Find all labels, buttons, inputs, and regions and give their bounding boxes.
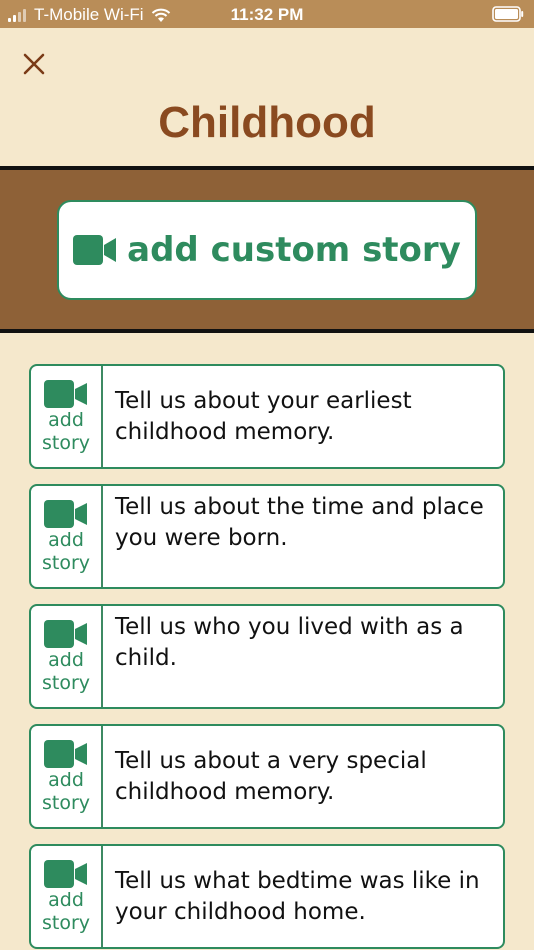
story-prompt-card[interactable]: add story Tell us about a very special c… <box>29 724 505 829</box>
video-camera-icon <box>44 620 87 648</box>
add-story-label: add <box>48 649 84 671</box>
add-story-label: story <box>41 672 91 694</box>
story-prompt-text: Tell us about a very special childhood m… <box>115 748 427 805</box>
story-prompt-text: Tell us what bedtime was like in your ch… <box>115 868 480 925</box>
battery-icon <box>492 6 524 22</box>
story-prompt-card[interactable]: add story Tell us what bedtime was like … <box>29 844 505 949</box>
add-story-button[interactable]: add story <box>31 846 103 947</box>
add-story-label: add <box>48 409 84 431</box>
story-prompt-text: Tell us about your earliest childhood me… <box>115 388 412 445</box>
add-story-label: story <box>41 432 91 454</box>
add-story-label: story <box>41 552 91 574</box>
status-bar: T-Mobile Wi-Fi 11:32 PM <box>0 0 534 28</box>
video-camera-icon <box>44 860 87 888</box>
status-time: 11:32 PM <box>230 5 304 24</box>
video-camera-icon <box>44 500 87 528</box>
close-icon <box>23 53 45 75</box>
add-story-label: add <box>48 529 84 551</box>
close-button[interactable] <box>20 50 48 78</box>
add-story-label: add <box>48 769 84 791</box>
story-prompt-text: Tell us who you lived with as a child. <box>115 614 464 671</box>
add-story-label: story <box>41 912 91 934</box>
add-custom-story-button[interactable]: add custom story <box>57 200 477 300</box>
add-story-button[interactable]: add story <box>31 486 103 587</box>
custom-story-banner: add custom story <box>0 166 534 333</box>
video-camera-icon <box>73 235 117 265</box>
add-custom-story-label: add custom story <box>127 230 461 270</box>
story-prompt-card[interactable]: add story Tell us about your earliest ch… <box>29 364 505 469</box>
add-story-label: story <box>41 792 91 814</box>
add-story-button[interactable]: add story <box>31 366 103 467</box>
video-camera-icon <box>44 380 87 408</box>
add-story-button[interactable]: add story <box>31 726 103 827</box>
add-story-button[interactable]: add story <box>31 606 103 707</box>
story-prompt-text: Tell us about the time and place you wer… <box>115 494 484 551</box>
add-story-label: add <box>48 889 84 911</box>
page-title: Childhood <box>158 98 376 147</box>
story-prompt-card[interactable]: add story Tell us who you lived with as … <box>29 604 505 709</box>
video-camera-icon <box>44 740 87 768</box>
story-prompt-card[interactable]: add story Tell us about the time and pla… <box>29 484 505 589</box>
